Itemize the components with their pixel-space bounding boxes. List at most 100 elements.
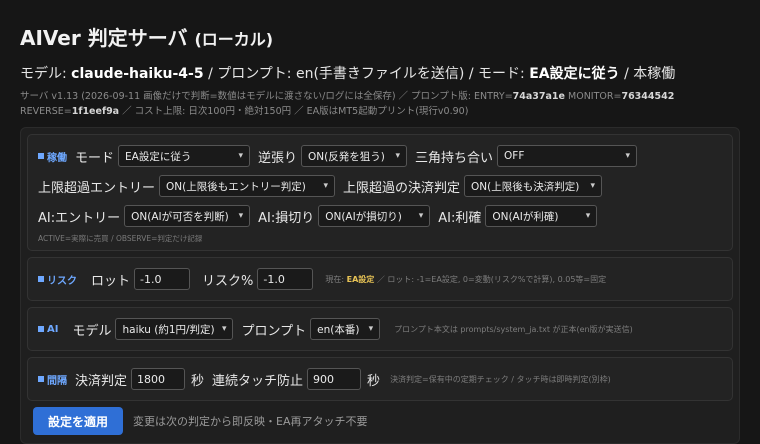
chevron-down-icon: ▾ — [585, 211, 591, 221]
ai-model-value: haiku (約1円/判定) — [122, 323, 215, 336]
chevron-down-icon: ▾ — [238, 151, 244, 161]
ai-take-label: AI:利確 — [438, 210, 482, 226]
operation-note: ACTIVE=実際に売買 / OBSERVE=判定だけ記録 — [38, 234, 203, 243]
risk-note: 現在: EA設定 ／ ロット: -1=EA設定, 0=変動(リスク%で計算), … — [325, 274, 606, 285]
model-value: claude-haiku-4-5 — [71, 66, 204, 82]
meta-line-1: サーバ v1.13 (2026-09-11 画像だけで判断=数値はモデルに渡さな… — [20, 89, 740, 104]
ai-prompt-select[interactable]: en(本番) ▾ — [310, 318, 381, 340]
risk-note-rest: ／ ロット: -1=EA設定, 0=変動(リスク%で計算), 0.05等=固定 — [376, 274, 607, 284]
chevron-down-icon: ▾ — [221, 324, 227, 334]
ai-stop-value: ON(AIが損切り) — [325, 210, 402, 223]
interval-tag: 間隔 — [38, 372, 67, 387]
ai-stop-select[interactable]: ON(AIが損切り) ▾ — [318, 205, 431, 227]
mode-label: / モード: — [468, 66, 525, 82]
operation-row-1: 稼働 モード EA設定に従う ▾ 逆張り ON(反発を狙う) ▾ 三角持ち合い OF… — [38, 141, 722, 171]
over-entry-label: 上限超過エントリー — [38, 180, 156, 196]
title-suffix: (ローカル) — [194, 30, 274, 49]
triangle-value: OFF — [504, 150, 525, 162]
touch-guard-unit: 秒 — [367, 373, 381, 389]
over-entry-select[interactable]: ON(上限後もエントリー判定) ▾ — [159, 175, 336, 197]
prompt-value: en(手書きファイルを送信) — [295, 66, 465, 82]
chevron-down-icon: ▾ — [625, 151, 631, 161]
meta-text: サーバ v1.13 (2026-09-11 画像だけで判断=数値はモデルに渡さな… — [20, 91, 513, 102]
interval-row: 間隔 決済判定 1800 秒 連続タッチ防止 900 秒 決済判定=保有中の定期… — [38, 364, 722, 394]
over-settle-value: ON(上限後も決済判定) — [471, 180, 580, 193]
ai-model-label: モデル — [72, 323, 112, 339]
risk-tag: リスク — [38, 272, 77, 287]
ai-tag: AI — [38, 324, 58, 335]
operation-section: 稼働 モード EA設定に従う ▾ 逆張り ON(反発を狙う) ▾ 三角持ち合い OF… — [27, 134, 733, 251]
risk-tag-label: リスク — [47, 275, 77, 287]
mode-select-label: モード — [75, 150, 115, 166]
settle-interval-label: 決済判定 — [75, 373, 128, 389]
meta-rest: ／ コスト上限: 日次100円・絶対150円 ／ EA版はMT5起動プリント(現… — [119, 106, 469, 117]
touch-guard-input[interactable]: 900 — [307, 368, 362, 390]
square-icon — [38, 276, 44, 282]
risk-percent-label: リスク% — [202, 273, 254, 289]
status-line: モデル: claude-haiku-4-5 / プロンプト: en(手書きファイ… — [20, 63, 740, 83]
mode-value: EA設定に従う — [529, 66, 620, 82]
interval-note: 決済判定=保有中の定期チェック / タッチ時は即時判定(別枠) — [390, 374, 611, 384]
entry-hash: 74a37a1e — [512, 91, 565, 102]
chevron-down-icon: ▾ — [323, 181, 329, 191]
ai-entry-value: ON(AIが可否を判断) — [131, 210, 229, 223]
meta-line-2: REVERSE=1f1eef9a ／ コスト上限: 日次100円・絶対150円 … — [20, 104, 740, 119]
risk-section: リスク ロット -1.0 リスク% -1.0 現在: EA設定 ／ ロット: -… — [27, 257, 733, 301]
risk-row: リスク ロット -1.0 リスク% -1.0 現在: EA設定 ／ ロット: -… — [38, 264, 722, 294]
interval-section: 間隔 決済判定 1800 秒 連続タッチ防止 900 秒 決済判定=保有中の定期… — [27, 357, 733, 401]
title-text: AIVer 判定サーバ — [20, 26, 188, 50]
risk-note-prefix: 現在: — [325, 274, 345, 284]
ai-take-value: ON(AIが利確) — [492, 210, 559, 223]
ai-take-select[interactable]: ON(AIが利確) ▾ — [485, 205, 598, 227]
reverse-label: REVERSE= — [20, 106, 72, 117]
ai-row: AI モデル haiku (約1円/判定) ▾ プロンプト en(本番) ▾ プロン… — [38, 314, 722, 344]
risk-note-highlight: EA設定 — [346, 274, 375, 284]
touch-guard-label: 連続タッチ防止 — [212, 373, 304, 389]
contrarian-select[interactable]: ON(反発を狙う) ▾ — [301, 145, 408, 167]
ai-model-select[interactable]: haiku (約1円/判定) ▾ — [115, 318, 234, 340]
page-title: AIVer 判定サーバ (ローカル) — [20, 22, 740, 51]
apply-note: 変更は次の判定から即反映・EA再アタッチ不要 — [133, 415, 368, 428]
contrarian-value: ON(反発を狙う) — [308, 150, 385, 163]
lot-input[interactable]: -1.0 — [134, 268, 191, 290]
chevron-down-icon: ▾ — [418, 211, 424, 221]
operation-tag-label: 稼働 — [47, 152, 67, 164]
settle-interval-unit: 秒 — [191, 373, 205, 389]
mode-select[interactable]: EA設定に従う ▾ — [118, 145, 251, 167]
monitor-label: MONITOR= — [565, 91, 622, 102]
contrarian-label: 逆張り — [258, 150, 298, 166]
ai-tag-label: AI — [47, 323, 59, 335]
over-settle-label: 上限超過の決済判定 — [343, 180, 461, 196]
over-entry-value: ON(上限後もエントリー判定) — [166, 180, 306, 193]
chevron-down-icon: ▾ — [590, 181, 596, 191]
server-meta: サーバ v1.13 (2026-09-11 画像だけで判断=数値はモデルに渡さな… — [20, 89, 740, 119]
monitor-hash: 76344542 — [621, 91, 675, 102]
chevron-down-icon: ▾ — [368, 324, 374, 334]
apply-row: 設定を適用 変更は次の判定から即反映・EA再アタッチ不要 — [27, 407, 733, 435]
ai-entry-select[interactable]: ON(AIが可否を判断) ▾ — [124, 205, 251, 227]
interval-tag-label: 間隔 — [47, 375, 67, 387]
ai-section: AI モデル haiku (約1円/判定) ▾ プロンプト en(本番) ▾ プロン… — [27, 307, 733, 351]
square-icon — [38, 153, 44, 159]
lot-label: ロット — [91, 273, 131, 289]
app: AIVer 判定サーバ (ローカル) モデル: claude-haiku-4-5… — [0, 0, 760, 444]
risk-percent-input[interactable]: -1.0 — [257, 268, 314, 290]
square-icon — [38, 376, 44, 382]
operation-tag: 稼働 — [38, 149, 67, 164]
operation-row-3: AI:エントリー ON(AIが可否を判断) ▾ AI:損切り ON(AIが損切り)… — [38, 201, 722, 231]
settle-interval-input[interactable]: 1800 — [131, 368, 186, 390]
apply-settings-button[interactable]: 設定を適用 — [33, 407, 123, 435]
ai-prompt-label: プロンプト — [241, 323, 307, 339]
ai-stop-label: AI:損切り — [258, 210, 315, 226]
over-settle-select[interactable]: ON(上限後も決済判定) ▾ — [464, 175, 603, 197]
square-icon — [38, 326, 44, 332]
triangle-select[interactable]: OFF ▾ — [497, 145, 638, 167]
chevron-down-icon: ▾ — [395, 151, 401, 161]
triangle-label: 三角持ち合い — [415, 150, 494, 166]
ai-note: プロンプト本文は prompts/system_ja.txt が正本(en版が実… — [394, 324, 633, 334]
mode-select-value: EA設定に従う — [125, 150, 192, 163]
prompt-label: / プロンプト: — [208, 66, 292, 82]
ai-entry-label: AI:エントリー — [38, 210, 121, 226]
operation-row-2: 上限超過エントリー ON(上限後もエントリー判定) ▾ 上限超過の決済判定 ON(… — [38, 171, 722, 201]
reverse-hash: 1f1eef9a — [71, 106, 120, 117]
